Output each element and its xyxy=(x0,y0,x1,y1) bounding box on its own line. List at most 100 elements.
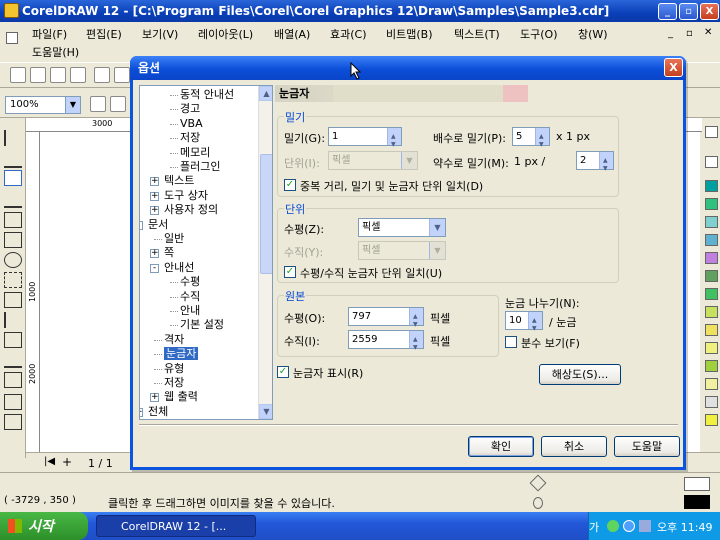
menu-help[interactable]: 도움말(H) xyxy=(32,44,79,60)
chevron-down-icon[interactable]: ▼ xyxy=(429,242,445,259)
expand-icon[interactable]: + xyxy=(150,177,159,187)
smart-fill-tool-icon[interactable] xyxy=(4,212,22,228)
origin-vertical-stepper[interactable]: 2559 xyxy=(348,330,424,356)
shape-tool-icon[interactable] xyxy=(4,152,22,168)
rectangle-tool-icon[interactable] xyxy=(4,232,22,248)
tree-item[interactable]: 수평 xyxy=(170,275,200,289)
pan-tool-icon[interactable] xyxy=(4,170,22,186)
horizontal-units-select[interactable]: 픽셀 ▼ xyxy=(358,218,446,237)
doc-minimize-icon[interactable]: _ xyxy=(668,28,673,39)
spin-icon[interactable] xyxy=(535,128,549,153)
collapse-icon[interactable]: - xyxy=(150,263,159,273)
vertical-units-select[interactable]: 픽셀 ▼ xyxy=(358,241,446,260)
menu-file[interactable]: 파일(F) xyxy=(32,26,67,42)
tree-item[interactable]: 경고 xyxy=(170,102,200,116)
outline-tool-icon[interactable] xyxy=(4,372,22,388)
tree-item[interactable]: 플러그인 xyxy=(170,160,220,174)
help-button[interactable]: 도움말 xyxy=(614,436,680,457)
swatch-green[interactable] xyxy=(705,198,718,210)
tree-item[interactable]: + 쪽 xyxy=(150,246,174,260)
app-close-button[interactable]: X xyxy=(700,3,719,20)
tree-item[interactable]: VBA xyxy=(170,117,203,131)
zoom-out-icon[interactable] xyxy=(110,96,126,112)
tree-item[interactable]: 수직 xyxy=(170,290,200,304)
coreldraw-app-icon[interactable] xyxy=(4,3,19,18)
match-nudge-label[interactable]: 중복 거리, 밀기 및 눈금자 단위 일치(D) xyxy=(300,178,483,194)
minimize-button[interactable]: _ xyxy=(658,3,677,20)
copy-icon[interactable] xyxy=(114,67,130,83)
first-page-icon[interactable]: |◀ xyxy=(44,456,55,467)
swatch-leaf[interactable] xyxy=(705,288,718,300)
origin-horizontal-stepper[interactable]: 797 xyxy=(348,307,424,333)
tree-item[interactable]: - 안내선 xyxy=(150,261,194,275)
tree-item[interactable]: + 사용자 정의 xyxy=(150,203,218,217)
fill-tool-icon[interactable] xyxy=(4,394,22,410)
zoom-in-icon[interactable] xyxy=(90,96,106,112)
dialog-close-button[interactable]: X xyxy=(664,58,683,77)
show-rulers-label[interactable]: 눈금자 표시(R) xyxy=(293,365,363,381)
menu-bitmaps[interactable]: 비트맵(B) xyxy=(386,26,433,42)
tick-divisions-stepper[interactable]: 10 xyxy=(505,311,543,337)
tree-item[interactable]: 격자 xyxy=(154,333,184,347)
scroll-up-icon[interactable]: ▲ xyxy=(259,86,272,101)
spin-icon[interactable] xyxy=(409,308,423,333)
tree-item[interactable]: + 도구 상자 xyxy=(150,189,208,203)
swatch-olive[interactable] xyxy=(705,270,718,282)
tree-item[interactable]: 메모리 xyxy=(170,146,210,160)
show-fractions-label[interactable]: 분수 보기(F) xyxy=(521,335,580,351)
menu-tools[interactable]: 도구(O) xyxy=(520,26,557,42)
add-page-icon[interactable]: + xyxy=(62,455,72,469)
swatch-violet[interactable] xyxy=(705,252,718,264)
volume-icon[interactable] xyxy=(639,520,651,532)
tree-item[interactable]: 안내 xyxy=(170,304,200,318)
tree-item[interactable]: 저장 xyxy=(170,131,200,145)
swatch-chartreuse[interactable] xyxy=(705,360,718,372)
taskbar-item-coreldraw[interactable]: CorelDRAW 12 - [... xyxy=(96,515,256,537)
spin-icon[interactable] xyxy=(409,331,423,356)
match-units-checkbox[interactable]: ✓ xyxy=(284,266,296,278)
tree-scrollbar[interactable]: ▲ ▼ xyxy=(258,86,272,419)
tree-item[interactable]: + 텍스트 xyxy=(150,174,194,188)
menu-edit[interactable]: 편집(E) xyxy=(86,26,122,42)
show-rulers-checkbox[interactable]: ✓ xyxy=(277,366,289,378)
menu-view[interactable]: 보기(V) xyxy=(142,26,178,42)
pick-tool-icon[interactable] xyxy=(4,130,22,146)
collapse-icon[interactable]: - xyxy=(140,220,143,230)
swatch-none[interactable] xyxy=(705,126,718,138)
vertical-ruler[interactable]: 1000 2000 xyxy=(26,132,40,452)
scroll-down-icon[interactable]: ▼ xyxy=(259,404,272,419)
tree-item[interactable]: -문서 xyxy=(140,218,168,232)
tree-item[interactable]: 일반 xyxy=(154,232,184,246)
tree-item[interactable]: 눈금자 xyxy=(154,347,199,361)
swatch-white[interactable] xyxy=(705,156,718,168)
cut-icon[interactable] xyxy=(94,67,110,83)
micro-nudge-stepper[interactable]: 2 xyxy=(576,151,614,177)
tree-item[interactable]: 기본 설정 xyxy=(170,318,224,332)
menu-window[interactable]: 창(W) xyxy=(578,26,608,42)
match-nudge-checkbox[interactable]: ✓ xyxy=(284,179,296,191)
eyedropper-tool-icon[interactable] xyxy=(4,352,22,368)
ok-button[interactable]: 확인 xyxy=(468,436,534,457)
dialog-titlebar[interactable]: 옵션 xyxy=(130,56,686,80)
tree-item[interactable]: + 전체 xyxy=(140,405,168,419)
doc-restore-icon[interactable]: ▫ xyxy=(686,28,693,39)
interactive-blend-tool-icon[interactable] xyxy=(4,332,22,348)
open-icon[interactable] xyxy=(30,67,46,83)
swatch-cream[interactable] xyxy=(705,378,718,390)
expand-icon[interactable]: + xyxy=(150,206,159,216)
expand-icon[interactable]: + xyxy=(150,393,159,403)
menu-arrange[interactable]: 배열(A) xyxy=(274,26,310,42)
swatch-sky[interactable] xyxy=(705,234,718,246)
zoom-level-combo[interactable]: 100% ▼ xyxy=(5,96,81,114)
tree-item[interactable]: + 웹 출력 xyxy=(150,390,198,404)
cancel-button[interactable]: 취소 xyxy=(541,436,607,457)
swatch-grey[interactable] xyxy=(705,396,718,408)
document-icon[interactable] xyxy=(6,32,18,44)
doc-close-icon[interactable]: ✕ xyxy=(704,27,712,38)
network-icon[interactable] xyxy=(607,520,619,532)
expand-icon[interactable]: + xyxy=(150,249,159,259)
spin-icon[interactable] xyxy=(528,312,542,337)
chevron-down-icon[interactable]: ▼ xyxy=(401,152,417,169)
chevron-down-icon[interactable]: ▼ xyxy=(65,97,80,113)
swatch-light-teal[interactable] xyxy=(705,216,718,228)
